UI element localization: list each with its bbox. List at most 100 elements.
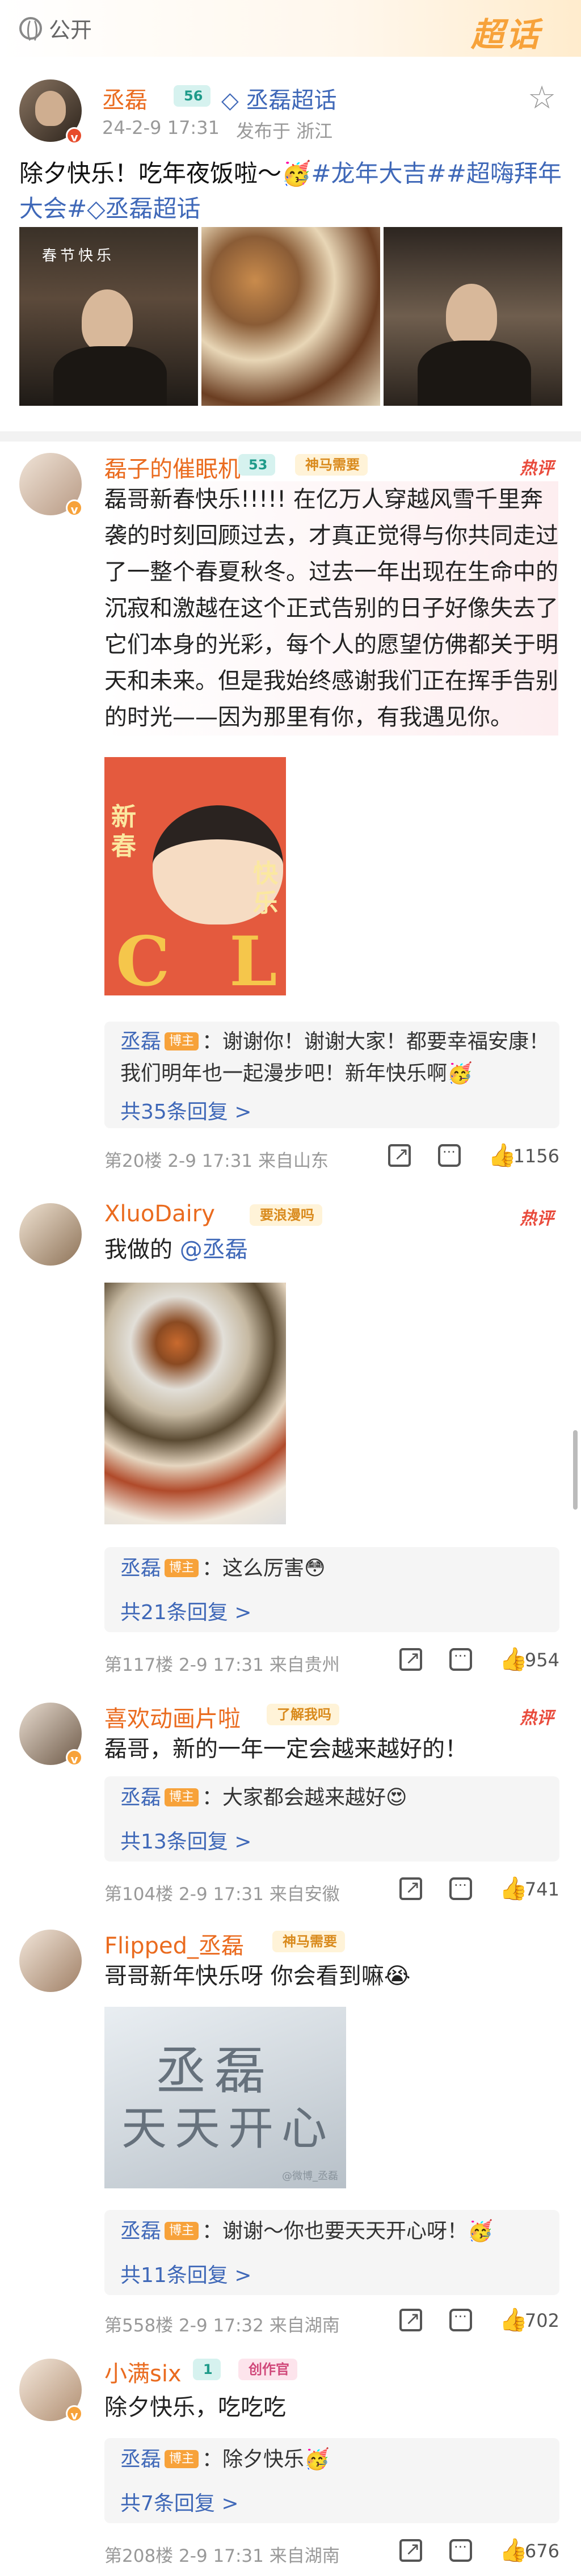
reply-preview[interactable]: 丞磊 博主 ：谢谢～你也要天天开心呀！🥳 共11条回复 > <box>104 2210 559 2295</box>
comment-meta: 第208楼 2-9 17:31 来自湖南 <box>104 2541 340 2567</box>
comment-item: XluoDairy 要浪漫吗 热评 我做的 @丞磊 丞磊 博主 ：这么厉害😳 共21… <box>0 1192 581 1691</box>
emoji-icon: 🥳 <box>468 2220 493 2243</box>
post-chaohua-label: 丞磊超话 <box>246 87 337 114</box>
commenter-avatar[interactable] <box>19 1203 82 1266</box>
post-chaohua-link[interactable]: ◇ 丞磊超话 <box>221 82 336 115</box>
reply-preview[interactable]: 丞磊 博主 ：大家都会越来越好😍 共13条回复 > <box>104 1776 559 1861</box>
commenter-name[interactable]: XluoDairy <box>104 1201 215 1227</box>
like-icon[interactable]: 👍 <box>488 1142 516 1169</box>
comment-icon[interactable] <box>438 1144 461 1167</box>
view-replies-link[interactable]: 共35条回复 > <box>120 1095 251 1125</box>
comment-meta: 第117楼 2-9 17:31 来自贵州 <box>104 1650 340 1676</box>
emoji-icon: 🥳 <box>304 2448 330 2471</box>
chaohua-logo: 超话 <box>470 15 541 54</box>
reply-line: 丞磊 博主 ：除夕快乐🥳 <box>120 2444 330 2476</box>
view-replies-link[interactable]: 共11条回复 > <box>120 2259 251 2288</box>
reply-author[interactable]: 丞磊 <box>120 2448 161 2471</box>
view-replies-link[interactable]: 共21条回复 > <box>120 1596 251 1625</box>
commenter-name[interactable]: 小满six <box>104 2355 182 2388</box>
like-count: 741 <box>524 1879 559 1900</box>
comment-text-part: 我做的 <box>104 1237 180 1263</box>
reply-preview[interactable]: 丞磊 博主 ：这么厉害😳 共21条回复 > <box>104 1547 559 1632</box>
comment-time: 2-9 17:31 <box>179 1884 264 1905</box>
commenter-name[interactable]: 喜欢动画片啦 <box>104 1700 241 1733</box>
comment-location: 来自山东 <box>258 1151 329 1171</box>
comment-footer: 第20楼 2-9 17:31 来自山东 👍 1156 <box>104 1140 559 1174</box>
reply-author[interactable]: 丞磊 <box>120 1030 161 1053</box>
comment-icon[interactable] <box>449 2309 472 2331</box>
fan-badge: 神马需要 <box>272 1931 345 1952</box>
verified-badge-icon: v <box>66 499 83 516</box>
comment-photo[interactable]: 丞磊 天天开心 @微博_丞磊 <box>104 2007 346 2188</box>
post-photo[interactable] <box>201 227 380 406</box>
fan-badge: 神马需要 <box>295 454 368 476</box>
floor-number: 第558楼 <box>104 2316 174 2336</box>
topic-tag[interactable]: #龙年大吉# <box>311 159 446 187</box>
chaohua-tag[interactable]: ◇丞磊超话 <box>87 195 200 222</box>
snow-writing: 天天开心 <box>121 2102 335 2155</box>
reply-author[interactable]: 丞磊 <box>120 2220 161 2243</box>
reply-line: 丞磊 博主 ：谢谢你！谢谢大家！都要幸福安康！我们明年也一起漫步吧！新年快乐啊🥳 <box>120 1026 551 1090</box>
like-count: 1156 <box>513 1145 559 1167</box>
post-text: 除夕快乐！吃年夜饭啦～ <box>19 159 282 187</box>
verified-badge-icon: v <box>66 1749 83 1766</box>
like-icon[interactable]: 👍 <box>499 2306 528 2333</box>
favorite-star-icon[interactable]: ☆ <box>528 79 556 116</box>
reply-author[interactable]: 丞磊 <box>120 1786 161 1809</box>
post-location: 发布于 浙江 <box>236 120 333 142</box>
like-count: 702 <box>524 2310 559 2331</box>
post-photo[interactable] <box>384 227 562 406</box>
sticker-text: 新春 <box>111 802 136 861</box>
view-replies-link[interactable]: 共13条回复 > <box>120 1825 251 1855</box>
comment-icon[interactable] <box>449 2539 472 2562</box>
scrollbar-thumb[interactable] <box>573 1430 578 1510</box>
reply-text: ：除夕快乐 <box>202 2448 305 2471</box>
comment-item: v 磊子的催眠机 53 神马需要 热评 磊哥新春快乐!!!!! 在亿万人穿越风雪… <box>0 442 581 1185</box>
emoji-icon: 🥳 <box>281 159 311 187</box>
post-photo[interactable]: 春节快乐 <box>19 227 198 406</box>
share-icon[interactable] <box>399 2308 422 2331</box>
reply-author[interactable]: 丞磊 <box>120 1557 161 1580</box>
mention-link[interactable]: @丞磊 <box>180 1237 248 1263</box>
user-level-badge: 53 <box>238 454 276 476</box>
chaohua-tag-label: 丞磊超话 <box>105 195 201 222</box>
reply-line: 丞磊 博主 ：谢谢～你也要天天开心呀！🥳 <box>120 2216 493 2247</box>
globe-icon <box>19 16 42 43</box>
comment-time: 2-9 17:31 <box>167 1151 253 1171</box>
reply-preview[interactable]: 丞磊 博主 ：除夕快乐🥳 共7条回复 > <box>104 2438 559 2523</box>
floor-number: 第104楼 <box>104 1884 174 1905</box>
like-icon[interactable]: 👍 <box>499 1646 528 1672</box>
original-post: v 丞磊 56 ◇ 丞磊超话 24-2-9 17:31 发布于 浙江 ☆ 除夕快… <box>0 57 581 431</box>
comment-text: 哥哥新年快乐呀 你会看到嘛😭 <box>104 1958 558 1994</box>
post-author-name[interactable]: 丞磊 <box>102 82 148 115</box>
reply-preview[interactable]: 丞磊 博主 ：谢谢你！谢谢大家！都要幸福安康！我们明年也一起漫步吧！新年快乐啊🥳 共… <box>104 1022 559 1128</box>
share-icon[interactable] <box>388 1143 411 1167</box>
share-icon[interactable] <box>399 1876 422 1900</box>
commenter-name[interactable]: Flipped_丞磊 <box>104 1927 244 1960</box>
share-icon[interactable] <box>399 2538 422 2562</box>
comment-footer: 第117楼 2-9 17:31 来自贵州 👍 954 <box>104 1644 559 1678</box>
visibility-indicator[interactable]: 公开 <box>19 12 92 44</box>
commenter-name[interactable]: 磊子的催眠机 <box>104 451 241 484</box>
comment-sticker-image[interactable]: C L 新春 快乐 <box>104 757 286 995</box>
photo-caption: 春节快乐 <box>42 247 115 264</box>
reply-text: ：谢谢～你也要天天开心呀！ <box>202 2220 468 2243</box>
image-watermark: @微博_丞磊 <box>282 2170 338 2182</box>
comment-time: 2-9 17:32 <box>179 2316 264 2336</box>
author-tag: 博主 <box>165 1032 199 1050</box>
like-icon[interactable]: 👍 <box>499 1875 528 1902</box>
comment-icon[interactable] <box>449 1648 472 1671</box>
commenter-avatar[interactable] <box>19 1930 82 1992</box>
comment-text: 磊哥，新的一年一定会越来越好的！ <box>104 1736 468 1762</box>
emoji-icon: 😳 <box>304 1557 326 1580</box>
share-icon[interactable] <box>399 1647 422 1671</box>
fan-badge: 要浪漫吗 <box>250 1204 322 1226</box>
hot-comment-badge: 热评 <box>520 1209 554 1229</box>
floor-number: 第117楼 <box>104 1655 174 1675</box>
comment-location: 来自贵州 <box>269 1655 340 1675</box>
comment-icon[interactable] <box>449 1877 472 1900</box>
like-icon[interactable]: 👍 <box>499 2537 528 2564</box>
reply-line: 丞磊 博主 ：这么厉害😳 <box>120 1553 326 1585</box>
view-replies-link[interactable]: 共7条回复 > <box>120 2487 239 2516</box>
comment-photo[interactable] <box>104 1283 286 1524</box>
